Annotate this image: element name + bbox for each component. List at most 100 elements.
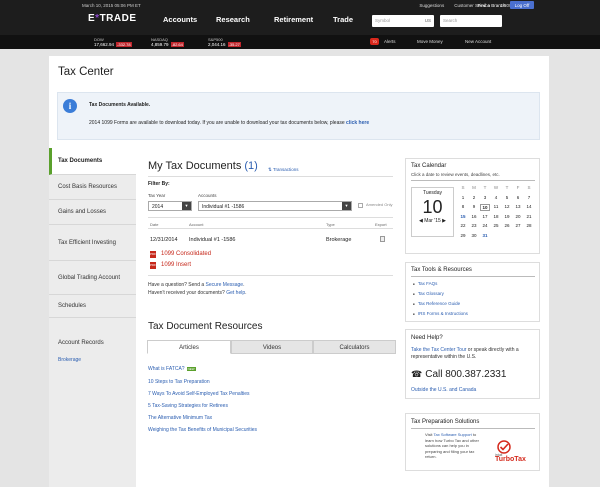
nav-retirement[interactable]: Retirement xyxy=(274,15,313,24)
calendar-day[interactable]: 2 xyxy=(469,195,479,200)
doc-link-1099-insert[interactable]: 1099 Insert xyxy=(161,262,191,268)
alerts-count-badge[interactable]: 70 xyxy=(370,38,379,45)
sidebar-item-gains-losses[interactable]: Gains and Losses xyxy=(49,200,136,225)
sidebar-item-global-trading[interactable]: Global Trading Account xyxy=(49,261,136,295)
get-help-link[interactable]: Get help xyxy=(226,290,245,296)
doc-link-1099-consolidated[interactable]: 1099 Consolidated xyxy=(161,251,211,257)
ticker-value: 4,859.79 xyxy=(151,42,169,47)
transactions-icon: ⇅ xyxy=(268,167,272,172)
account-select[interactable]: Individual #1 -1586 ▼ xyxy=(198,201,352,211)
new-account-link[interactable]: New Account xyxy=(465,39,491,44)
calendar-day[interactable]: 19 xyxy=(502,214,512,219)
tab-calculators[interactable]: Calculators xyxy=(313,340,396,354)
calendar-day[interactable]: 5 xyxy=(502,195,512,200)
calendar-day[interactable]: 28 xyxy=(524,223,534,228)
article-link[interactable]: What is FATCA? NEW xyxy=(148,366,196,372)
calendar-day[interactable]: 30 xyxy=(469,233,479,238)
logoff-button[interactable]: Log Off xyxy=(510,1,534,9)
article-link[interactable]: 7 Ways To Avoid Self-Employed Tax Penalt… xyxy=(148,391,250,397)
nav-accounts[interactable]: Accounts xyxy=(163,15,197,24)
article-link[interactable]: Weighing the Tax Benefits of Municipal S… xyxy=(148,427,257,433)
tab-articles[interactable]: Articles xyxy=(147,340,231,354)
etrade-logo[interactable]: E*TRADE xyxy=(88,13,137,24)
calendar-day[interactable]: 15 xyxy=(458,214,468,219)
sidebar-link-brokerage[interactable]: Brokerage xyxy=(58,357,81,363)
sidebar-item-cost-basis[interactable]: Cost Basis Resources xyxy=(49,175,136,200)
move-money-link[interactable]: Move Money xyxy=(417,39,443,44)
tax-year-value: 2014 xyxy=(152,204,164,210)
turbotax-logo[interactable]: intuit TurboTax xyxy=(493,440,533,463)
tax-software-support-link[interactable]: Tax Software Support xyxy=(434,432,472,437)
notice-text: 2014 1099 Forms are available to downloa… xyxy=(89,120,347,126)
calendar-day[interactable]: 17 xyxy=(480,214,490,219)
amended-only-checkbox[interactable] xyxy=(358,203,363,208)
ticker-sp500[interactable]: S&P500 2,044.16 -35.27 xyxy=(208,37,241,47)
tax-year-select[interactable]: 2014 ▼ xyxy=(148,201,192,211)
nav-trade[interactable]: Trade xyxy=(333,15,353,24)
logo-text: TRADE xyxy=(99,13,137,24)
tab-videos[interactable]: Videos xyxy=(231,340,313,354)
calendar-day[interactable]: 27 xyxy=(513,223,523,228)
market-select[interactable]: US xyxy=(425,18,431,23)
calendar-day[interactable]: 21 xyxy=(524,214,534,219)
calendar-day[interactable]: 16 xyxy=(469,214,479,219)
article-link[interactable]: 5 Tax-Saving Strategies for Retirees xyxy=(148,403,228,409)
next-month-icon[interactable]: ▶ xyxy=(442,218,446,224)
calendar-day[interactable]: 6 xyxy=(513,195,523,200)
article-link[interactable]: The Alternative Minimum Tax xyxy=(148,415,212,421)
notice-body: 2014 1099 Forms are available to downloa… xyxy=(89,120,369,126)
tool-link-faqs[interactable]: Tax FAQs xyxy=(413,281,438,286)
ticker-change: -332.78 xyxy=(116,42,132,47)
search-input[interactable]: Search xyxy=(440,15,502,27)
calendar-day[interactable]: 31 xyxy=(480,233,490,238)
calendar-day[interactable]: 14 xyxy=(524,204,534,209)
calendar-day[interactable]: 10 xyxy=(480,204,490,211)
tax-center-tour-link[interactable]: Take the Tax Center Tour xyxy=(411,347,466,353)
calendar-day[interactable]: 1 xyxy=(458,195,468,200)
calendar-day[interactable]: 29 xyxy=(458,233,468,238)
ticker-nasdaq[interactable]: NASDAQ 4,859.79 -82.64 xyxy=(151,37,184,47)
export-icon[interactable] xyxy=(380,236,385,242)
tax-year-label: Tax Year xyxy=(148,193,166,198)
secure-message-link[interactable]: Secure Message xyxy=(206,282,244,288)
prep-text-pre: Visit xyxy=(425,432,434,437)
calendar-day[interactable]: 3 xyxy=(480,195,490,200)
calendar-day[interactable]: 26 xyxy=(502,223,512,228)
tool-link-glossary[interactable]: Tax Glossary xyxy=(413,291,444,296)
transactions-link[interactable]: ⇅ Transactions xyxy=(268,167,299,173)
article-link[interactable]: 10 Steps to Tax Preparation xyxy=(148,379,210,385)
documents-title-text: My Tax Documents xyxy=(148,160,242,172)
alerts-link[interactable]: Alerts xyxy=(384,39,396,44)
calendar-day[interactable]: 22 xyxy=(458,223,468,228)
calendar-day[interactable]: 25 xyxy=(491,223,501,228)
calendar-day[interactable]: 13 xyxy=(513,204,523,209)
calendar-day[interactable]: 4 xyxy=(491,195,501,200)
sidebar-item-tax-documents[interactable]: Tax Documents xyxy=(49,148,136,175)
prev-month-icon[interactable]: ◀ xyxy=(419,218,423,224)
calendar-day[interactable]: 23 xyxy=(469,223,479,228)
selected-month: ◀ Mar '15 ▶ xyxy=(412,218,453,224)
phone-line: ☎ Call 800.387.2331 xyxy=(411,369,506,380)
transactions-label: Transactions xyxy=(272,167,299,172)
tool-link-reference[interactable]: Tax Reference Guide xyxy=(413,301,460,306)
calendar-day[interactable]: 20 xyxy=(513,214,523,219)
calendar-day[interactable]: 11 xyxy=(491,204,501,209)
find-branch-link[interactable]: Find a Branch xyxy=(475,1,508,9)
article-title: What is FATCA? xyxy=(148,366,185,372)
calendar-day[interactable]: 7 xyxy=(524,195,534,200)
calendar-day[interactable]: 24 xyxy=(480,223,490,228)
account-value: Individual #1 -1586 xyxy=(202,204,245,210)
calendar-day[interactable]: 9 xyxy=(469,204,479,209)
calendar-day[interactable]: 18 xyxy=(491,214,501,219)
nav-research[interactable]: Research xyxy=(216,15,250,24)
click-here-link[interactable]: click here xyxy=(346,120,369,126)
symbol-input[interactable]: Symbol US xyxy=(372,15,434,27)
calendar-day[interactable]: 12 xyxy=(502,204,512,209)
tool-link-irs-forms[interactable]: IRS Forms & Instructions xyxy=(413,311,468,316)
calendar-day[interactable]: 8 xyxy=(458,204,468,209)
sidebar-item-tax-efficient[interactable]: Tax Efficient Investing xyxy=(49,225,136,261)
suggestions-link[interactable]: Suggestions xyxy=(419,3,444,8)
outside-us-link[interactable]: Outside the U.S. and Canada xyxy=(411,387,476,393)
ticker-dow[interactable]: DOW 17,662.94 -332.78 xyxy=(94,37,132,47)
sidebar-item-schedules[interactable]: Schedules xyxy=(49,295,136,318)
